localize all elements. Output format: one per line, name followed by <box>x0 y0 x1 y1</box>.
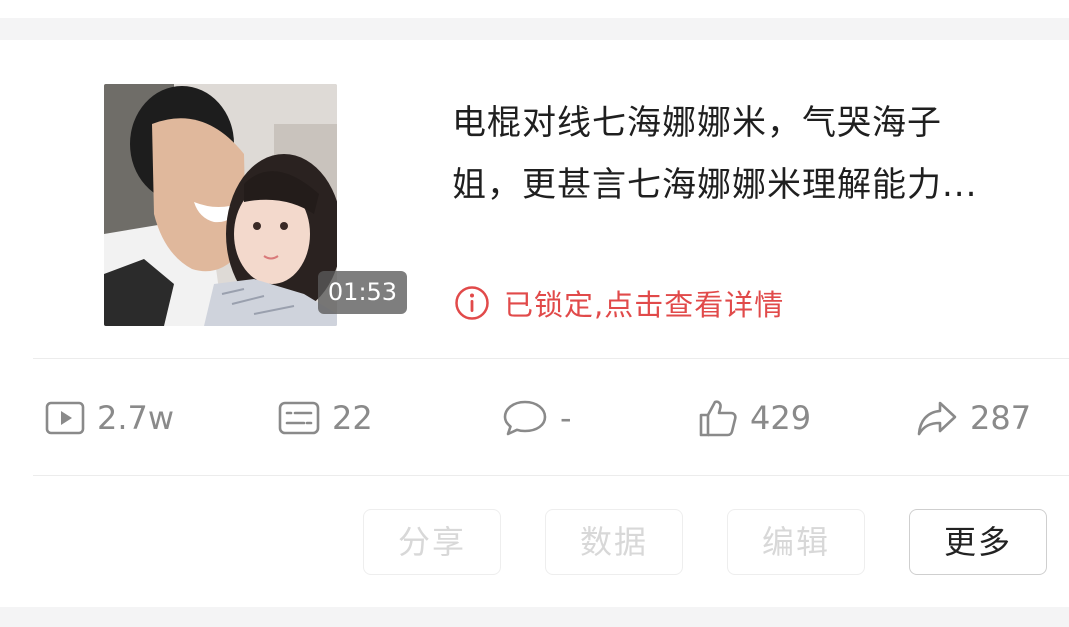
thumbnail-image <box>104 84 337 326</box>
thumbs-up-icon <box>699 400 737 437</box>
play-icon <box>45 401 85 435</box>
locked-status-text: 已锁定,点击查看详情 <box>504 288 785 322</box>
locked-status[interactable]: 已锁定,点击查看详情 <box>454 283 784 323</box>
top-background <box>0 0 1069 18</box>
share-button[interactable]: 分享 <box>363 509 501 575</box>
stat-likes-value: 429 <box>750 399 812 437</box>
more-button[interactable]: 更多 <box>909 509 1047 575</box>
divider-top <box>33 358 1069 359</box>
danmaku-icon <box>278 401 320 435</box>
stat-danmaku: 22 <box>278 396 373 440</box>
comment-icon <box>503 400 547 436</box>
edit-button[interactable]: 编辑 <box>727 509 865 575</box>
stat-comments-value: - <box>560 399 572 437</box>
stat-shares: 287 <box>916 396 1031 440</box>
info-circle-icon <box>455 286 489 320</box>
data-button[interactable]: 数据 <box>545 509 683 575</box>
stat-comments: - <box>502 396 572 440</box>
video-duration: 01:53 <box>318 271 407 314</box>
video-title-line-2: 姐，更甚言七海娜娜米理解能力... <box>452 165 978 205</box>
video-thumbnail[interactable] <box>104 84 337 326</box>
stat-plays-value: 2.7w <box>97 399 175 437</box>
bottom-gap <box>0 607 1069 627</box>
stat-shares-value: 287 <box>970 399 1032 437</box>
video-title-line-1: 电棍对线七海娜娜米，气哭海子 <box>452 103 942 143</box>
stat-likes: 429 <box>698 396 811 440</box>
divider-bottom <box>33 475 1069 476</box>
share-icon <box>917 401 957 436</box>
video-card[interactable]: 01:53 电棍对线七海娜娜米，气哭海子 姐，更甚言七海娜娜米理解能力... 已… <box>0 40 1069 607</box>
video-title[interactable]: 电棍对线七海娜娜米，气哭海子 姐，更甚言七海娜娜米理解能力... <box>452 92 1032 216</box>
stat-danmaku-value: 22 <box>332 399 373 437</box>
stat-plays: 2.7w <box>45 396 174 440</box>
